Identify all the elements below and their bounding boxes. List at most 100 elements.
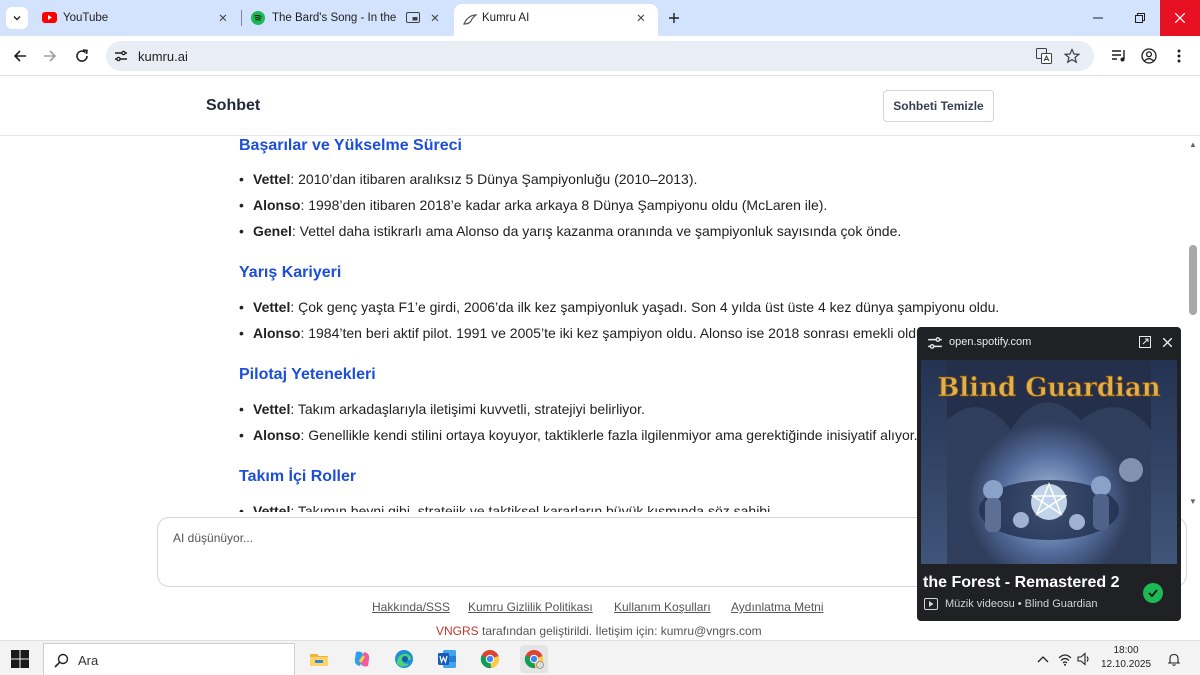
reload-button[interactable] [70,44,94,68]
media-control-button[interactable] [1108,45,1130,67]
checkmark-icon [1148,589,1158,597]
scroll-up-arrow-icon[interactable]: ▲ [1189,140,1197,149]
item-label: Alonso [253,197,301,213]
item-text: : 1984’ten beri aktif pilot. 1991 ve 200… [300,325,928,341]
back-button[interactable] [8,44,32,68]
chevron-down-icon [13,16,21,21]
notifications-button[interactable] [1166,651,1182,667]
album-cover-illustration: Blind Guardian [921,360,1177,564]
section-heading: Pilotaj Yetenekleri [239,366,376,383]
bullet: • [239,503,244,512]
picture-in-picture-icon [406,12,420,23]
chevron-up-icon [1037,656,1049,663]
window-close-button[interactable] [1160,0,1200,36]
taskbar-app-edge[interactable] [390,645,418,673]
speaker-icon [1077,652,1089,666]
close-icon[interactable]: ✕ [633,10,649,26]
brand-name[interactable]: VNGRS [436,624,479,638]
scrollbar-thumb[interactable] [1189,245,1197,315]
app-header: Sohbet Sohbeti Temizle [0,76,1200,136]
page-scrollbar[interactable]: ▲ ▼ [1186,137,1200,512]
playlist-music-icon [1112,50,1125,62]
close-icon [1175,13,1185,23]
tab-kumru-ai[interactable]: Kumru AI ✕ [454,4,658,36]
video-icon [924,598,938,610]
url-text: kumru.ai [138,49,188,64]
taskbar-app-file-explorer[interactable] [305,645,333,673]
item-text: : 1998’den itibaren 2018’e kadar arka ar… [300,197,828,213]
plus-icon [669,13,679,23]
youtube-icon [42,12,57,23]
site-settings-icon [115,50,127,62]
tab-spotify[interactable]: The Bard's Song - In the Fo ✕ [242,0,452,36]
word-icon [438,650,456,668]
edge-icon [395,650,413,668]
band-logo: Blind Guardian [937,373,1160,403]
taskbar-clock[interactable]: 18:00 12.10.2025 [1098,644,1154,672]
tray-network[interactable] [1057,651,1073,667]
close-icon[interactable]: ✕ [427,10,443,26]
address-bar[interactable]: kumru.ai [106,41,1094,71]
item-label: Genel [253,223,292,239]
close-icon[interactable]: ✕ [215,10,231,26]
translate-icon[interactable] [1036,48,1052,64]
album-art: Blind Guardian [921,360,1177,564]
more-vertical-icon [1177,49,1181,63]
tab-title: YouTube [63,12,109,24]
section-heading: Takım İçi Roller [239,468,357,485]
item-label: Vettel [253,299,291,315]
windows-start-icon[interactable] [10,649,30,669]
restore-button[interactable] [1118,0,1162,36]
song-title: the Forest - Remastered 2 [923,574,1120,591]
kumru-bird-icon [463,14,478,25]
back-to-tab-button[interactable] [1137,334,1153,350]
search-icon [54,653,69,668]
item-text: : Vettel daha istikrarlı ama Alonso da y… [291,223,902,239]
footer-link-about[interactable]: Hakkında/SSS [372,600,450,614]
taskbar-app-chrome-profile[interactable] [520,645,548,673]
chrome-icon [524,650,544,669]
footer-link-privacy[interactable]: Kumru Gizlilik Politikası [468,600,593,614]
page-title: Sohbet [206,97,261,114]
tray-volume[interactable] [1076,651,1092,667]
taskbar-app-word[interactable] [433,645,461,673]
bullet: • [239,401,244,417]
taskbar-app-chrome[interactable] [476,645,504,673]
taskbar-app-copilot[interactable] [348,645,376,673]
clock-time: 18:00 [1113,645,1139,656]
picture-in-picture-window[interactable]: open.spotify.com Blind Guardian the Fore… [917,327,1181,621]
footer-link-terms[interactable]: Kullanım Koşulları [614,600,711,614]
footer-link-disclosure[interactable]: Aydınlatma Metni [731,600,824,614]
taskbar-search[interactable]: Ara [43,643,295,675]
forward-button[interactable] [38,44,62,68]
bullet: • [239,171,244,187]
saved-indicator[interactable] [1143,583,1163,603]
bullet: • [239,427,244,443]
bell-icon [1167,653,1181,666]
tab-youtube[interactable]: YouTube ✕ [34,0,240,36]
pip-close-button[interactable] [1159,334,1175,350]
search-label: Ara [78,653,99,668]
item-label: Alonso [253,325,301,341]
scroll-down-arrow-icon[interactable]: ▼ [1189,497,1197,506]
minimize-button[interactable] [1076,0,1120,36]
item-text: : Çok genç yaşta F1’e girdi, 2006’da ilk… [290,299,1000,315]
arrow-right-icon [44,50,57,62]
tray-overflow-button[interactable] [1035,651,1051,667]
site-settings-icon[interactable] [927,335,943,351]
bookmark-star-icon[interactable] [1064,48,1080,64]
media-type: Müzik videosu [945,598,1015,610]
item-text: : Takımın beyni gibi, stratejik ve takti… [290,503,775,512]
footer-credit: VNGRS tarafından geliştirildi. İletişim … [436,624,762,638]
tab-search-button[interactable] [6,7,28,29]
new-tab-button[interactable] [664,8,684,28]
clear-chat-button[interactable]: Sohbeti Temizle [883,90,994,122]
item-label: Vettel [253,171,291,187]
copilot-icon [354,651,370,667]
bullet: • [239,299,244,315]
browser-menu-button[interactable] [1168,45,1190,67]
profile-button[interactable] [1138,45,1160,67]
chrome-icon [480,650,500,669]
browser-tab-bar: YouTube ✕ The Bard's Song - In the Fo ✕ … [0,0,1200,36]
account-icon [1141,48,1157,64]
